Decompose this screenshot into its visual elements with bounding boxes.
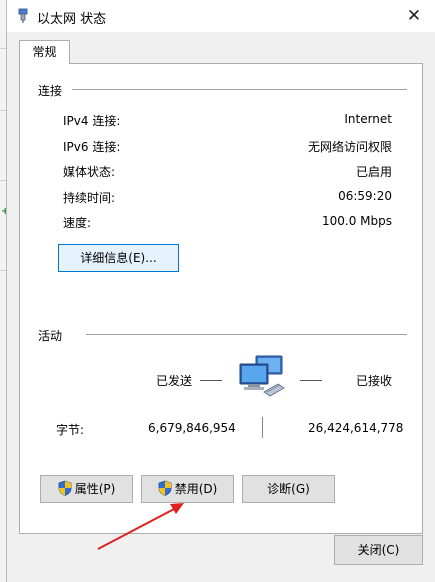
close-button[interactable]: 关闭(C): [334, 535, 423, 565]
activity-group-line: [86, 334, 407, 335]
sent-label: 已发送: [156, 374, 193, 388]
diagnose-button[interactable]: 诊断(G): [242, 475, 335, 503]
speed-value: 100.0 Mbps: [321, 214, 392, 228]
speed-label: 速度:: [63, 216, 92, 230]
bytes-received-value: 26,424,614,778: [308, 421, 404, 435]
ipv6-label: IPv6 连接:: [63, 140, 121, 154]
network-computers-icon: [239, 355, 285, 397]
window-title: 以太网 状态: [37, 12, 107, 27]
received-dash: [300, 380, 322, 381]
uac-shield-icon: [58, 480, 72, 496]
bytes-sent-value: 6,679,846,954: [148, 421, 236, 435]
connection-group-line: [72, 89, 407, 90]
disable-button[interactable]: 禁用(D): [141, 475, 234, 503]
received-label: 已接收: [356, 374, 393, 388]
tab-general[interactable]: 常规: [19, 40, 70, 64]
duration-label: 持续时间:: [63, 191, 116, 205]
properties-button-label: 属性(P): [74, 482, 116, 496]
ipv4-value: Internet: [344, 112, 392, 126]
properties-button[interactable]: 属性(P): [40, 475, 133, 503]
tab-panel-general: 连接 IPv4 连接: Internet IPv6 连接: 无网络访问权限 媒体…: [19, 63, 423, 534]
ipv4-label: IPv4 连接:: [63, 114, 121, 128]
close-window-icon[interactable]: ✕: [402, 5, 426, 27]
ipv6-value: 无网络访问权限: [307, 140, 392, 154]
bytes-label: 字节:: [56, 423, 85, 437]
dialog-body: 常规 连接 IPv4 连接: Internet IPv6 连接: 无网络访问权限…: [7, 32, 435, 582]
details-button[interactable]: 详细信息(E)...: [58, 244, 179, 272]
title-bar: 以太网 状态 ✕: [7, 0, 435, 32]
network-adapter-icon: [18, 8, 28, 23]
duration-value: 06:59:20: [338, 189, 392, 203]
disable-button-label: 禁用(D): [174, 482, 218, 496]
media-state-label: 媒体状态:: [63, 165, 116, 179]
uac-shield-icon: [158, 480, 172, 496]
ethernet-status-dialog: 以太网 状态 ✕ 常规 连接 IPv4 连接: Internet IPv6 连接…: [6, 0, 435, 582]
sent-dash: [200, 380, 222, 381]
bytes-separator: [262, 417, 263, 438]
connection-group-title: 连接: [38, 82, 69, 99]
media-state-value: 已启用: [355, 165, 392, 179]
activity-group-title: 活动: [38, 327, 69, 344]
